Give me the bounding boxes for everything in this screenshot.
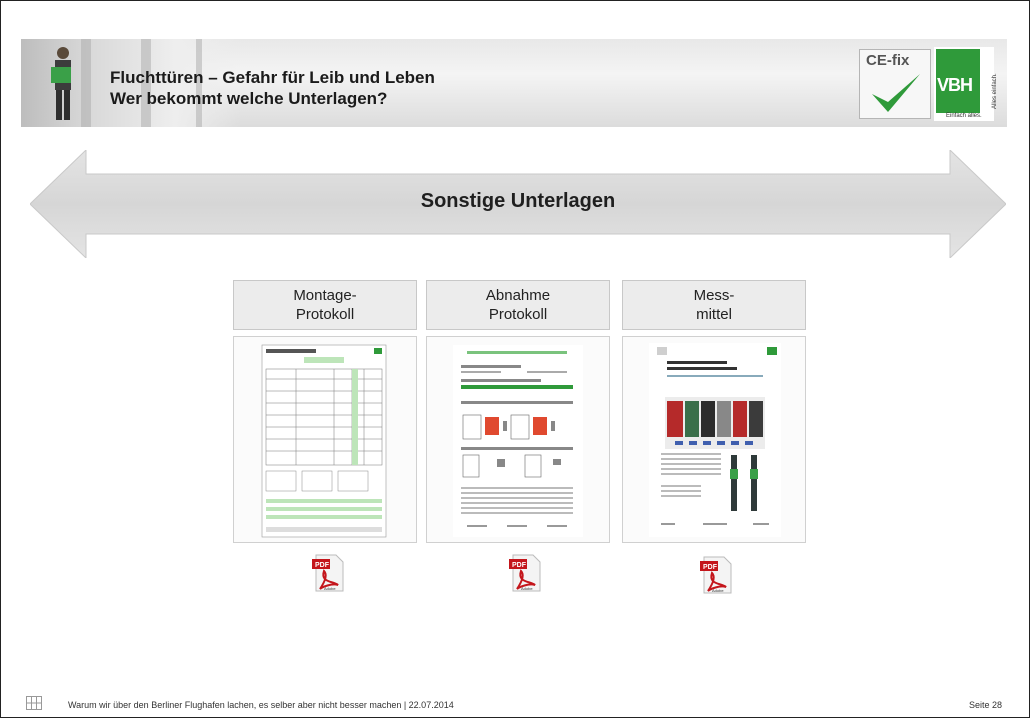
doc-title-montage: Montage- Protokoll [233,280,417,330]
doc-thumbnail-messmittel[interactable] [622,336,806,543]
doc-title-line: mittel [696,306,732,323]
footer-text: Warum wir über den Berliner Flughafen la… [68,700,454,710]
svg-text:Adobe: Adobe [712,588,724,593]
svg-text:PDF: PDF [703,564,718,571]
doc-column-abnahme: Abnahme Protokoll [426,280,610,543]
vbh-slogan-bottom: Einfach alles. [946,113,982,119]
pdf-icon[interactable]: PDF Adobe [310,553,346,593]
pdf-icon[interactable]: PDF Adobe [698,555,734,595]
doc-title-line: Abnahme [485,287,551,304]
page-number: Seite 28 [968,700,1002,710]
doc-title-line: Mess- [693,287,735,304]
doc-column-messmittel: Mess- mittel [622,280,806,543]
doc-title-line: Protokoll [295,306,355,323]
doc-column-montage: Montage- Protokoll [233,280,417,543]
title-line-2: Wer bekommt welche Unterlagen? [110,89,388,108]
svg-text:Adobe: Adobe [324,586,336,591]
arrow-label: Sonstige Unterlagen [420,190,616,212]
form-preview [453,345,583,537]
vbh-logo-text: VBH [937,75,973,95]
brochure-preview [649,343,781,537]
svg-text:Adobe: Adobe [521,586,533,591]
slide-header: Fluchttüren – Gefahr für Leib und Leben … [21,39,1007,127]
title-line-1: Fluchttüren – Gefahr für Leib und Leben [110,68,435,87]
vbh-slogan-side: Alles einfach. [992,73,998,109]
doc-thumbnail-montage[interactable] [233,336,417,543]
doc-thumbnail-abnahme[interactable] [426,336,610,543]
pdf-icon[interactable]: PDF Adobe [507,553,543,593]
checkmark-icon [872,74,920,112]
doc-title-line: Montage- [293,287,357,304]
slide-title: Fluchttüren – Gefahr für Leib und Leben … [110,67,435,109]
svg-text:PDF: PDF [512,562,527,569]
grid-icon [26,696,42,710]
doc-title-messmittel: Mess- mittel [622,280,806,330]
form-preview [261,344,387,538]
svg-text:PDF: PDF [315,562,330,569]
doc-title-abnahme: Abnahme Protokoll [426,280,610,330]
vbh-logo: VBH Alles einfach. Einfach alles. [934,47,998,121]
doc-title-line: Protokoll [488,306,548,323]
cefix-logo-text: CE-fix [866,52,910,69]
cefix-logo: CE-fix [859,49,931,119]
person-image [51,47,71,120]
